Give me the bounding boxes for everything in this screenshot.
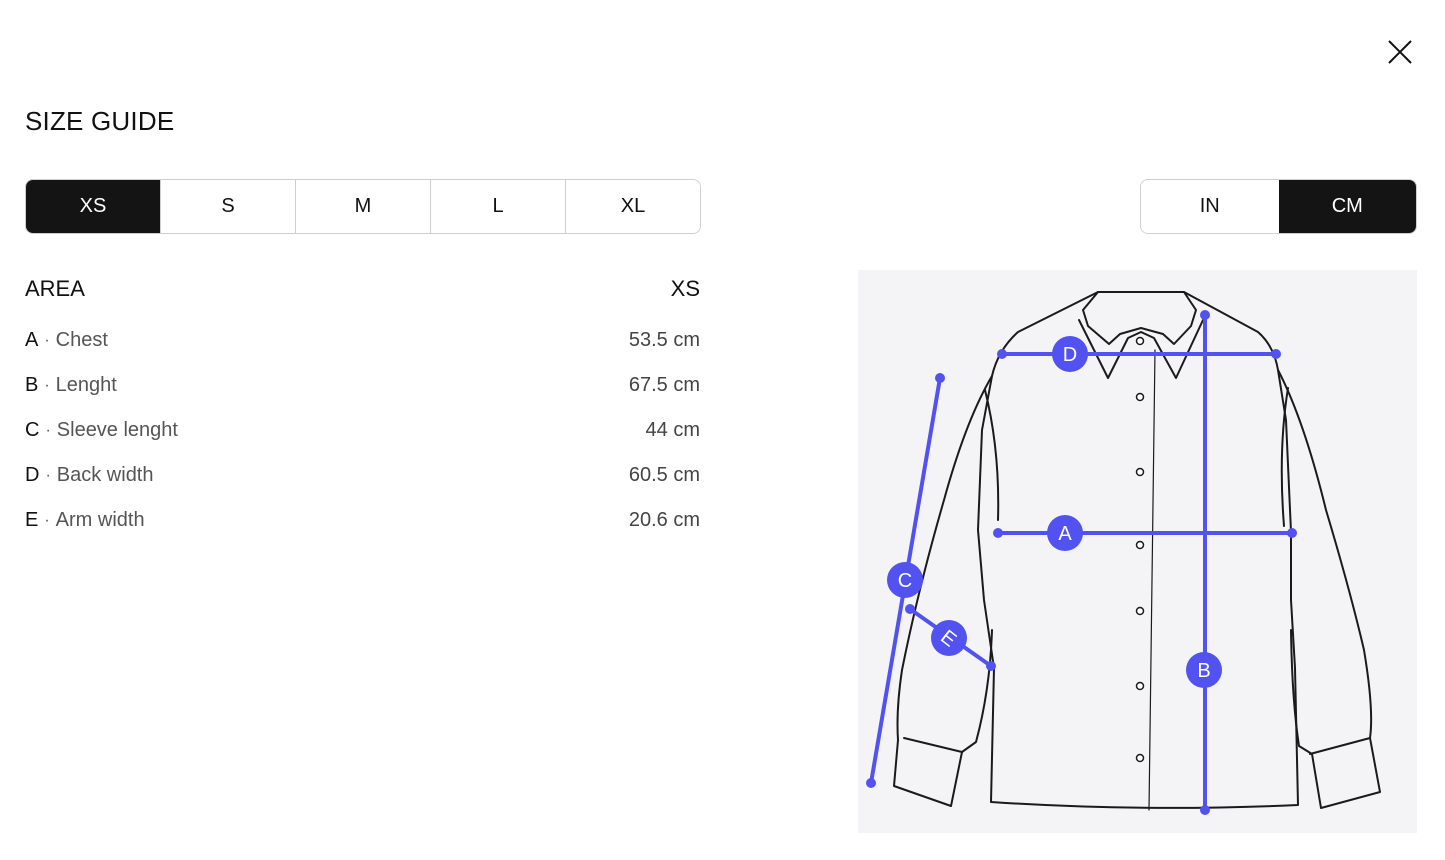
- right-cuff-line: [1309, 737, 1371, 755]
- endpoint-dot: [866, 778, 876, 788]
- row-value: 67.5 cm: [628, 374, 700, 396]
- row-separator: ·: [44, 511, 50, 529]
- button-dot: [1135, 753, 1145, 763]
- row-separator: ·: [44, 331, 50, 349]
- row-label: Chest: [55, 329, 108, 351]
- size-tab-m[interactable]: M: [295, 180, 430, 233]
- row-key: E: [25, 509, 39, 531]
- area-column-header: AREA: [25, 276, 85, 301]
- marker-d-label: D: [1063, 344, 1077, 366]
- button-dot: [1135, 606, 1145, 616]
- row-separator: ·: [44, 376, 50, 394]
- button-dot: [1135, 336, 1145, 346]
- size-selector: XS S M L XL: [25, 179, 701, 234]
- unit-selector: IN CM: [1140, 179, 1417, 234]
- endpoint-dot: [986, 661, 996, 671]
- shirt-diagram: D A B C E: [858, 270, 1417, 833]
- table-row: C · Sleeve lenght 44 cm: [25, 408, 700, 453]
- marker-c-label: C: [898, 570, 912, 592]
- marker-b: B: [1186, 652, 1222, 688]
- measurements-table: AREA XS A · Chest 53.5 cm B · Lenght 67.…: [25, 274, 700, 543]
- row-separator: ·: [45, 421, 51, 439]
- endpoint-dot: [997, 349, 1007, 359]
- row-key: A: [25, 329, 39, 351]
- size-tab-l[interactable]: L: [430, 180, 565, 233]
- row-key: B: [25, 374, 39, 396]
- button-dot: [1135, 681, 1145, 691]
- row-value: 53.5 cm: [628, 329, 700, 351]
- endpoint-dot: [993, 528, 1003, 538]
- marker-a: A: [1047, 515, 1083, 551]
- table-header: AREA XS: [25, 274, 700, 304]
- size-tab-s[interactable]: S: [160, 180, 295, 233]
- endpoint-dot: [1200, 310, 1210, 320]
- left-cuff-line: [903, 737, 963, 753]
- marker-b-label: B: [1197, 660, 1210, 682]
- button-dot: [1135, 467, 1145, 477]
- marker-c: C: [887, 562, 923, 598]
- endpoint-dot: [1271, 349, 1281, 359]
- row-separator: ·: [45, 466, 51, 484]
- row-key: D: [25, 464, 40, 486]
- measurement-lines: [869, 313, 1294, 812]
- size-tab-xs[interactable]: XS: [26, 180, 160, 233]
- table-row: D · Back width 60.5 cm: [25, 453, 700, 498]
- row-label: Lenght: [55, 374, 117, 396]
- placket-line: [1148, 349, 1156, 811]
- close-icon: [1388, 40, 1412, 64]
- marker-d: D: [1052, 336, 1088, 372]
- table-row: A · Chest 53.5 cm: [25, 318, 700, 363]
- page-title: SIZE GUIDE: [25, 106, 175, 136]
- button-dot: [1135, 540, 1145, 550]
- table-row: B · Lenght 67.5 cm: [25, 363, 700, 408]
- row-label: Back width: [56, 464, 154, 486]
- close-button[interactable]: [1384, 36, 1416, 68]
- unit-tab-in[interactable]: IN: [1141, 180, 1279, 233]
- marker-a-label: A: [1058, 523, 1072, 545]
- endpoint-dot: [935, 373, 945, 383]
- row-label: Arm width: [55, 509, 145, 531]
- unit-tab-cm[interactable]: CM: [1278, 180, 1416, 233]
- shirt-illustration: D A B C E: [866, 291, 1381, 815]
- row-label: Sleeve lenght: [56, 419, 178, 441]
- endpoint-dot: [1200, 805, 1210, 815]
- measurement-endpoints: [866, 310, 1297, 815]
- collar-outline: [1082, 291, 1197, 345]
- size-tab-xl[interactable]: XL: [565, 180, 700, 233]
- size-column-header: XS: [670, 276, 700, 301]
- buttons: [1135, 336, 1145, 763]
- row-value: 60.5 cm: [628, 464, 700, 486]
- button-dot: [1135, 392, 1145, 402]
- left-sleeve-inner: [984, 389, 1000, 521]
- shirt-body-outline: [977, 291, 1299, 809]
- row-value: 20.6 cm: [628, 509, 700, 531]
- endpoint-dot: [905, 604, 915, 614]
- row-value: 44 cm: [645, 419, 700, 441]
- table-row: E · Arm width 20.6 cm: [25, 498, 700, 543]
- marker-e: E: [931, 620, 967, 656]
- right-sleeve-outline: [1277, 369, 1381, 809]
- row-key: C: [25, 419, 40, 441]
- endpoint-dot: [1287, 528, 1297, 538]
